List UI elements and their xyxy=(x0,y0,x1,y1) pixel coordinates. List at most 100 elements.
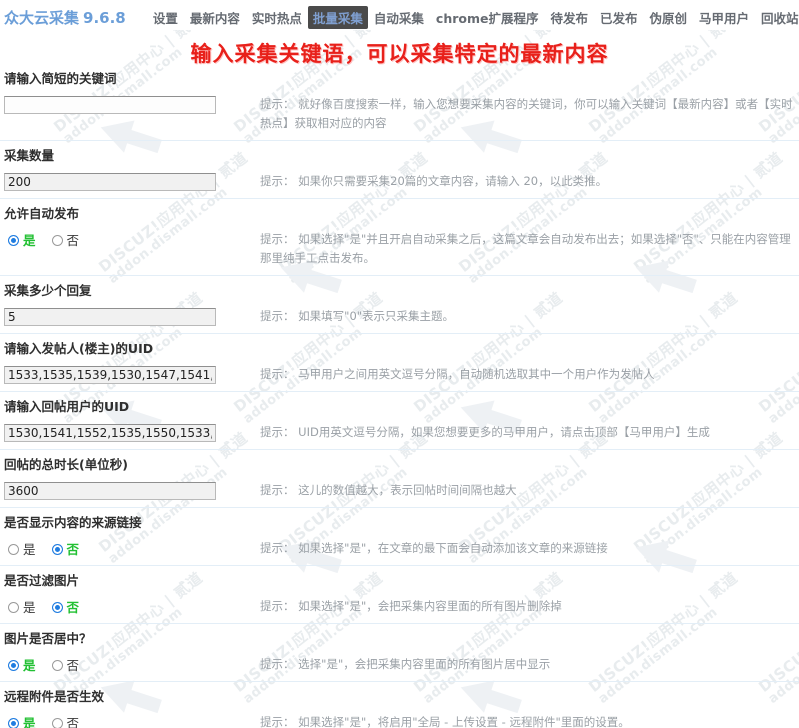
row-hint: 提示： 如果选择"是"并且开启自动采集之后，这篇文章会自动发布出去；如果选择"否… xyxy=(216,229,799,268)
radio-label: 否 xyxy=(66,233,80,248)
hint-text: 如果你只需要采集20篇的文章内容，请输入 20，以此类推。 xyxy=(298,174,608,188)
text-input[interactable] xyxy=(4,96,216,114)
text-input[interactable] xyxy=(4,482,216,500)
radio-label: 是 xyxy=(23,233,36,248)
row-control xyxy=(0,171,216,191)
radio-option-no[interactable]: 否 xyxy=(51,713,80,728)
form-row: 是否过滤图片是否提示： 如果选择"是"，会把采集内容里面的所有图片删除掉 xyxy=(0,566,799,624)
row-label: 请输入发帖人(楼主)的UID xyxy=(4,341,154,356)
radio-label: 否 xyxy=(66,542,80,557)
row-label: 请输入回帖用户的UID xyxy=(4,399,130,414)
radio-label: 是 xyxy=(23,658,36,673)
row-control-area: 提示： 就好像百度搜索一样，输入您想要采集内容的关键词，你可以输入关键词【最新内… xyxy=(0,94,799,133)
nav-item-2[interactable]: 实时热点 xyxy=(246,6,308,29)
radio-button-icon[interactable] xyxy=(51,544,63,555)
hint-text: UID用英文逗号分隔，如果您想要更多的马甲用户，请点击顶部【马甲用户】生成 xyxy=(298,425,710,439)
nav-item-7[interactable]: 已发布 xyxy=(594,6,644,29)
row-control-area: 是否提示： 如果选择"是"，会把采集内容里面的所有图片删除掉 xyxy=(0,596,799,616)
radio-option-yes[interactable]: 是 xyxy=(8,713,36,728)
brand-version: 9.6.8 xyxy=(83,9,126,27)
radio-button-icon[interactable] xyxy=(51,235,63,246)
brand-title: 众大云采集 9.6.8 xyxy=(0,7,126,28)
radio-group: 是否 xyxy=(4,538,216,558)
radio-option-yes[interactable]: 是 xyxy=(8,539,36,558)
radio-button-icon[interactable] xyxy=(8,602,19,613)
row-label: 是否显示内容的来源链接 xyxy=(4,515,142,530)
radio-button-icon[interactable] xyxy=(8,718,19,728)
nav-item-8[interactable]: 伪原创 xyxy=(644,6,694,29)
hint-text: 如果选择"是"，在文章的最下面会自动添加该文章的来源链接 xyxy=(298,541,608,555)
radio-label: 是 xyxy=(23,542,36,557)
hint-text: 如果填写"0"表示只采集主题。 xyxy=(298,309,455,323)
radio-label: 否 xyxy=(66,658,80,673)
row-control xyxy=(0,306,216,326)
hint-prefix: 提示： xyxy=(260,309,295,323)
hint-prefix: 提示： xyxy=(260,425,295,439)
top-navigation-bar: 众大云采集 9.6.8 设置 最新内容 实时热点 批量采集 自动采集 chrome扩展程序待… xyxy=(0,0,799,30)
row-control-area: 是否提示： 如果选择"是"，将启用"全局 - 上传设置 - 远程附件"里面的设置… xyxy=(0,712,799,728)
hint-prefix: 提示： xyxy=(260,657,295,671)
text-input[interactable] xyxy=(4,308,216,326)
radio-label: 是 xyxy=(23,716,36,728)
nav-item-10[interactable]: 回收站 xyxy=(755,6,799,29)
radio-option-no[interactable]: 否 xyxy=(51,655,80,674)
row-control xyxy=(0,422,216,442)
row-control-area: 提示： 如果你只需要采集20篇的文章内容，请输入 20，以此类推。 xyxy=(0,171,799,191)
row-hint: 提示： 马甲用户之间用英文逗号分隔，自动随机选取其中一个用户作为发帖人 xyxy=(216,364,799,384)
row-control xyxy=(0,480,216,500)
radio-button-icon[interactable] xyxy=(51,602,63,613)
row-label: 回帖的总时长(单位秒) xyxy=(4,457,128,472)
row-label: 采集数量 xyxy=(4,148,55,163)
row-control xyxy=(0,364,216,384)
row-control: 是否 xyxy=(0,596,216,616)
row-label: 允许自动发布 xyxy=(4,206,80,221)
radio-option-no[interactable]: 否 xyxy=(51,230,80,249)
radio-button-icon[interactable] xyxy=(51,718,63,728)
row-control-area: 是否提示： 选择"是"，会把采集内容里面的所有图片居中显示 xyxy=(0,654,799,674)
form-row: 是否显示内容的来源链接是否提示： 如果选择"是"，在文章的最下面会自动添加该文章… xyxy=(0,508,799,566)
row-hint: 提示： 如果选择"是"，在文章的最下面会自动添加该文章的来源链接 xyxy=(216,538,799,558)
form-row: 请输入发帖人(楼主)的UID 提示： 马甲用户之间用英文逗号分隔，自动随机选取其中… xyxy=(0,334,799,392)
form-row: 图片是否居中？是否提示： 选择"是"，会把采集内容里面的所有图片居中显示 xyxy=(0,624,799,682)
radio-button-icon[interactable] xyxy=(8,235,19,246)
row-hint: 提示： 如果选择"是"，会把采集内容里面的所有图片删除掉 xyxy=(216,596,799,616)
radio-group: 是否 xyxy=(4,229,216,249)
radio-group: 是否 xyxy=(4,712,216,728)
row-label: 远程附件是否生效 xyxy=(4,689,105,704)
radio-option-yes[interactable]: 是 xyxy=(8,230,36,249)
brand-name: 众大云采集 xyxy=(4,9,80,27)
nav-item-9[interactable]: 马甲用户 xyxy=(693,6,755,29)
nav-item-5[interactable]: chrome扩展程序 xyxy=(430,6,545,29)
row-control-area: 是否提示： 如果选择"是"，在文章的最下面会自动添加该文章的来源链接 xyxy=(0,538,799,558)
row-control-area: 提示： UID用英文逗号分隔，如果您想要更多的马甲用户，请点击顶部【马甲用户】生… xyxy=(0,422,799,442)
radio-option-no[interactable]: 否 xyxy=(51,597,80,616)
text-input[interactable] xyxy=(4,424,216,442)
row-hint: 提示： 就好像百度搜索一样，输入您想要采集内容的关键词，你可以输入关键词【最新内… xyxy=(216,94,799,133)
radio-button-icon[interactable] xyxy=(51,660,63,671)
hint-text: 马甲用户之间用英文逗号分隔，自动随机选取其中一个用户作为发帖人 xyxy=(298,367,655,381)
radio-button-icon[interactable] xyxy=(8,660,19,671)
text-input[interactable] xyxy=(4,366,216,384)
row-label: 是否过滤图片 xyxy=(4,573,80,588)
row-hint: 提示： 这儿的数值越大，表示回帖时间间隔也越大 xyxy=(216,480,799,500)
row-hint: 提示： UID用英文逗号分隔，如果您想要更多的马甲用户，请点击顶部【马甲用户】生… xyxy=(216,422,799,442)
row-control: 是否 xyxy=(0,229,216,249)
row-hint: 提示： 如果选择"是"，将启用"全局 - 上传设置 - 远程附件"里面的设置。 xyxy=(216,712,799,728)
nav-item-6[interactable]: 待发布 xyxy=(544,6,594,29)
nav-item-3[interactable]: 批量采集 xyxy=(307,6,368,29)
radio-label: 否 xyxy=(66,600,80,615)
hint-text: 就好像百度搜索一样，输入您想要采集内容的关键词，你可以输入关键词【最新内容】或者… xyxy=(260,97,793,130)
nav-item-1[interactable]: 最新内容 xyxy=(184,6,246,29)
radio-option-yes[interactable]: 是 xyxy=(8,597,36,616)
radio-label: 否 xyxy=(66,716,80,728)
nav-item-0[interactable]: 设置 xyxy=(147,6,184,29)
radio-group: 是否 xyxy=(4,596,216,616)
hint-text: 如果选择"是"，会把采集内容里面的所有图片删除掉 xyxy=(298,599,562,613)
radio-option-no[interactable]: 否 xyxy=(51,539,80,558)
nav-item-4[interactable]: 自动采集 xyxy=(368,6,430,29)
radio-group: 是否 xyxy=(4,654,216,674)
row-control: 是否 xyxy=(0,538,216,558)
text-input[interactable] xyxy=(4,173,216,191)
radio-option-yes[interactable]: 是 xyxy=(8,655,36,674)
radio-button-icon[interactable] xyxy=(8,544,19,555)
